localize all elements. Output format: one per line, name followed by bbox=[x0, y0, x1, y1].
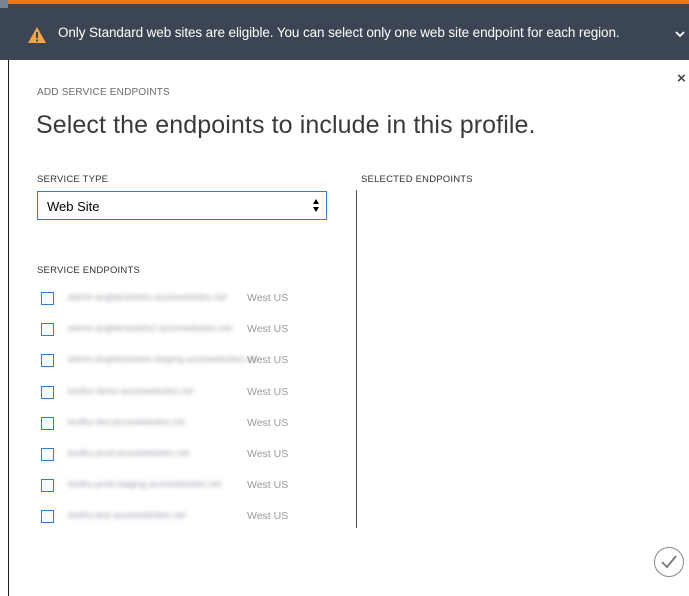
endpoint-row[interactable]: bodhu-prod.azurewebsites.net West US bbox=[41, 446, 341, 466]
endpoint-checkbox[interactable] bbox=[41, 510, 54, 523]
service-endpoints-label: SERVICE ENDPOINTS bbox=[37, 265, 140, 276]
endpoint-checkbox[interactable] bbox=[41, 323, 54, 336]
dialog-left-border bbox=[8, 60, 9, 596]
selected-endpoints-label: SELECTED ENDPOINTS bbox=[361, 174, 473, 185]
endpoint-region: West US bbox=[247, 386, 289, 398]
endpoint-region: West US bbox=[247, 292, 289, 304]
warning-icon bbox=[28, 27, 46, 43]
chevron-down-icon[interactable] bbox=[674, 29, 686, 39]
service-type-label: SERVICE TYPE bbox=[37, 174, 109, 185]
service-type-select[interactable]: Web Site bbox=[37, 191, 327, 220]
endpoint-row[interactable]: bodhu-demo.azurewebsites.net West US bbox=[41, 384, 341, 404]
top-bar-accent bbox=[0, 0, 8, 8]
endpoint-name: bodhu-prod.azurewebsites.net bbox=[68, 448, 190, 458]
dialog-section-title: ADD SERVICE ENDPOINTS bbox=[37, 87, 170, 98]
confirm-button[interactable] bbox=[654, 547, 684, 577]
endpoint-row[interactable]: admin-anglebrackets2.azurewebsites.net W… bbox=[41, 321, 341, 341]
notification-bar: Only Standard web sites are eligible. Yo… bbox=[0, 8, 689, 60]
endpoint-region: West US bbox=[247, 354, 289, 366]
endpoint-region: West US bbox=[247, 448, 289, 460]
notification-message: Only Standard web sites are eligible. Yo… bbox=[58, 25, 620, 40]
endpoint-checkbox[interactable] bbox=[41, 386, 54, 399]
endpoint-checkbox[interactable] bbox=[41, 292, 54, 305]
dialog-heading: Select the endpoints to include in this … bbox=[36, 111, 536, 139]
service-type-value: Web Site bbox=[47, 199, 100, 214]
endpoint-name: bodhu-dev.azurewebsites.net bbox=[68, 417, 185, 427]
endpoint-name: bodhu-demo.azurewebsites.net bbox=[68, 386, 194, 396]
endpoint-name: admin-anglebrackets.azurewebsites.net bbox=[68, 292, 227, 302]
top-accent-strip bbox=[8, 0, 689, 4]
select-arrows-icon bbox=[313, 199, 319, 212]
endpoint-row[interactable]: bodhu-prod-staging.azurewebsites.net Wes… bbox=[41, 477, 341, 497]
endpoint-checkbox[interactable] bbox=[41, 354, 54, 367]
close-icon[interactable]: × bbox=[677, 70, 686, 87]
endpoint-name: admin-anglebrackets-staging.azurewebsite… bbox=[68, 354, 259, 364]
endpoint-row[interactable]: admin-anglebrackets-staging.azurewebsite… bbox=[41, 352, 341, 372]
endpoint-name: bodhu-test.azurewebsites.net bbox=[68, 510, 186, 520]
column-divider bbox=[356, 190, 357, 528]
endpoint-region: West US bbox=[247, 510, 289, 522]
endpoint-checkbox[interactable] bbox=[41, 479, 54, 492]
endpoint-row[interactable]: bodhu-test.azurewebsites.net West US bbox=[41, 508, 341, 528]
endpoint-region: West US bbox=[247, 323, 289, 335]
endpoint-checkbox[interactable] bbox=[41, 417, 54, 430]
endpoint-name: admin-anglebrackets2.azurewebsites.net bbox=[68, 323, 232, 333]
endpoint-region: West US bbox=[247, 479, 289, 491]
checkmark-icon bbox=[661, 555, 677, 569]
endpoint-name: bodhu-prod-staging.azurewebsites.net bbox=[68, 479, 222, 489]
endpoint-checkbox[interactable] bbox=[41, 448, 54, 461]
endpoint-row[interactable]: admin-anglebrackets.azurewebsites.net We… bbox=[41, 290, 341, 310]
endpoint-region: West US bbox=[247, 417, 289, 429]
endpoint-row[interactable]: bodhu-dev.azurewebsites.net West US bbox=[41, 415, 341, 435]
